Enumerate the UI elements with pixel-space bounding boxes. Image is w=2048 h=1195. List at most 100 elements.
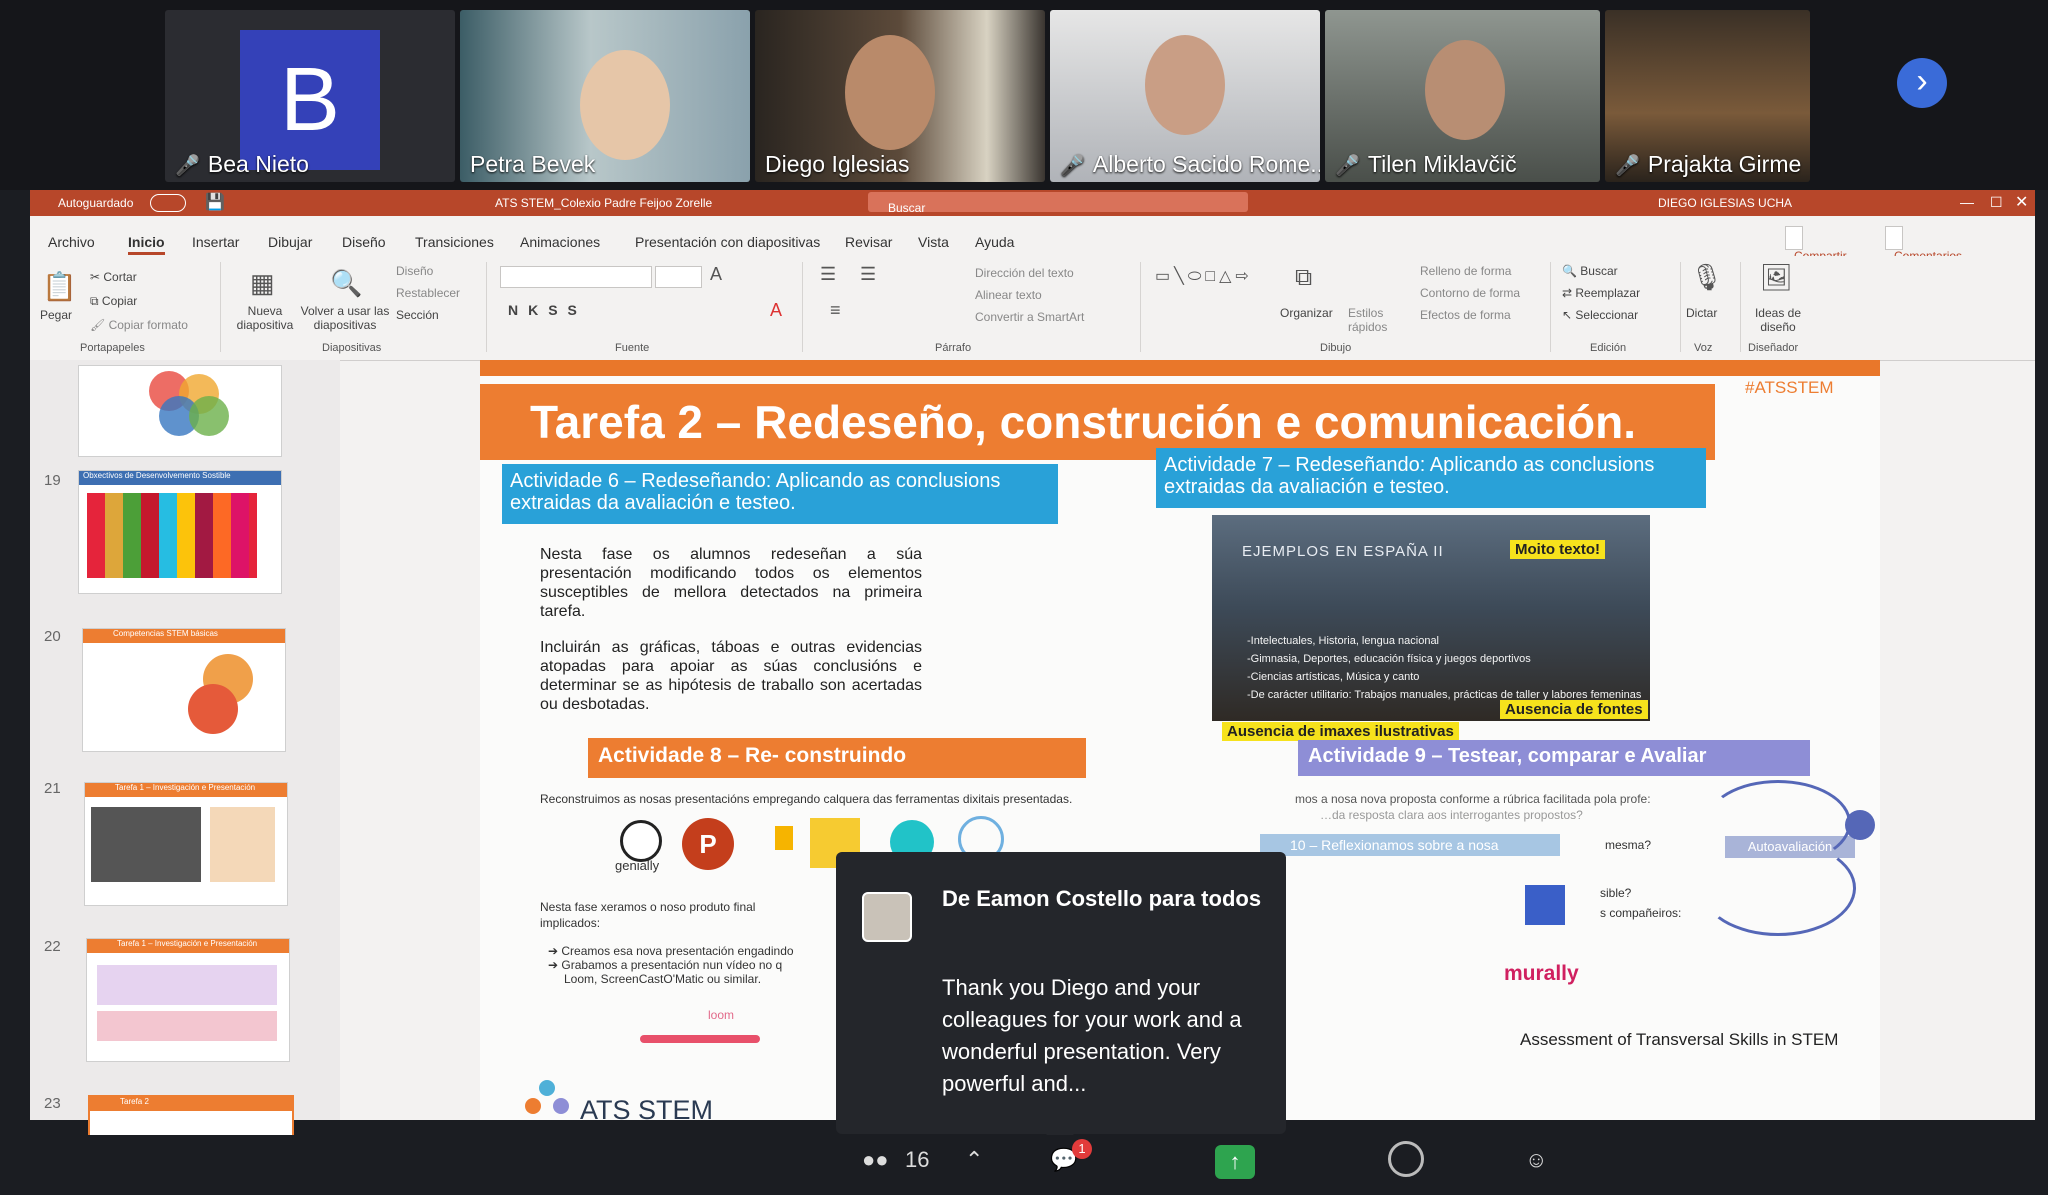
- font-family-select[interactable]: [500, 266, 652, 288]
- reactions-icon[interactable]: ☺: [1525, 1147, 1547, 1173]
- chat-notification[interactable]: De Eamon Costello para todos Thank you D…: [836, 852, 1286, 1148]
- slide-thumbnail-selected[interactable]: Tarefa 2: [88, 1095, 294, 1139]
- reuse-slides-icon[interactable]: 🔍: [330, 268, 362, 299]
- copy-format-button[interactable]: 🖌 Copiar formato: [90, 318, 188, 332]
- shape-fill-button[interactable]: Relleno de forma: [1420, 264, 1511, 278]
- murally-logo: murally: [1504, 962, 1579, 985]
- font-color-icon[interactable]: A: [770, 300, 782, 321]
- share-button[interactable]: Compartir: [1785, 226, 1847, 263]
- design-ideas-button[interactable]: Ideas de diseño: [1748, 306, 1808, 334]
- tab-archivo[interactable]: Archivo: [48, 234, 95, 250]
- next-page-arrow-icon[interactable]: ›: [1897, 58, 1947, 108]
- numbering-icon[interactable]: ☰: [860, 264, 876, 285]
- reset-button[interactable]: Restablecer: [396, 286, 460, 300]
- tab-presentacion[interactable]: Presentación con diapositivas: [635, 234, 820, 250]
- tab-vista[interactable]: Vista: [918, 234, 949, 250]
- section-button[interactable]: Sección: [396, 308, 439, 322]
- align-icon[interactable]: ≡: [830, 300, 841, 321]
- mic-muted-icon: 🎤: [1060, 155, 1085, 177]
- shapes-gallery-icon[interactable]: ▭╲⬭□△⇨: [1155, 266, 1253, 286]
- tab-transiciones[interactable]: Transiciones: [415, 234, 494, 250]
- autosave-label: Autoguardado: [58, 196, 134, 210]
- genially-label: genially: [615, 858, 660, 873]
- slides-group-label: Diapositivas: [322, 342, 382, 354]
- tab-animaciones[interactable]: Animaciones: [520, 234, 600, 250]
- tab-inicio[interactable]: Inicio: [128, 234, 165, 255]
- meeting-controls: ●● 16 ⌃ 💬 1 ↑ ☺: [0, 1135, 2048, 1195]
- select-button[interactable]: ↖ Seleccionar: [1562, 308, 1638, 322]
- shape-outline-button[interactable]: Contorno de forma: [1420, 286, 1520, 300]
- mic-muted-icon: 🎤: [1335, 155, 1360, 177]
- participant-tile[interactable]: B 🎤 Bea Nieto: [165, 10, 455, 182]
- activity-8-text: Reconstruimos as nosas presentacións emp…: [540, 792, 1073, 806]
- slide-thumbnail[interactable]: Tarefa 1 – Investigación e Presentación: [84, 782, 288, 906]
- save-icon[interactable]: 💾: [205, 192, 225, 212]
- tab-ayuda[interactable]: Ayuda: [975, 234, 1014, 250]
- autosave-toggle[interactable]: [150, 194, 186, 212]
- maximize-icon[interactable]: ☐: [1990, 194, 2003, 211]
- participant-tile[interactable]: 🎤 Prajakta Girme: [1605, 10, 1810, 182]
- slide-number: 20: [44, 628, 61, 645]
- paste-button[interactable]: Pegar: [40, 308, 72, 322]
- tab-revisar[interactable]: Revisar: [845, 234, 892, 250]
- copy-button[interactable]: ⧉ Copiar: [90, 294, 137, 309]
- participant-tile[interactable]: Diego Iglesias: [755, 10, 1045, 182]
- participant-tile[interactable]: 🎤 Tilen Miklavčič: [1325, 10, 1600, 182]
- cut-button[interactable]: ✂ Cortar: [90, 270, 137, 284]
- activity-6-title: Actividade 6 – Redeseñando: Aplicando as…: [502, 464, 1058, 524]
- design-ideas-icon[interactable]: 🖼: [1760, 262, 1793, 293]
- replace-button[interactable]: ⇄ Reemplazar: [1562, 286, 1640, 300]
- slide-thumbnail[interactable]: Competencias STEM básicas: [82, 628, 286, 752]
- font-grow-icon[interactable]: A: [710, 264, 722, 285]
- tab-insertar[interactable]: Insertar: [192, 234, 239, 250]
- slide-thumbnail[interactable]: Tarefa 1 – Investigación e Presentación: [86, 938, 290, 1062]
- slide-number: 19: [44, 472, 61, 489]
- smartart-button[interactable]: Convertir a SmartArt: [975, 310, 1084, 324]
- slide-thumbnail[interactable]: Obxectivos de Desenvolvemento Sostible: [78, 470, 282, 594]
- microphone-icon[interactable]: 🎙: [1690, 262, 1723, 293]
- dictate-button[interactable]: Dictar: [1686, 306, 1717, 320]
- new-slide-icon[interactable]: ▦: [250, 268, 275, 299]
- comments-button[interactable]: Comentarios: [1885, 226, 1962, 263]
- chevron-up-icon[interactable]: ⌃: [965, 1147, 983, 1173]
- thumbnail-title: Obxectivos de Desenvolvemento Sostible: [79, 471, 281, 485]
- shape-effects-button[interactable]: Efectos de forma: [1420, 308, 1511, 322]
- minimize-icon[interactable]: —: [1960, 194, 1974, 210]
- font-size-select[interactable]: [655, 266, 702, 288]
- arrange-button[interactable]: Organizar: [1280, 306, 1333, 320]
- designer-group-label: Diseñador: [1748, 342, 1799, 354]
- ats-stem-logo-icon: [525, 1080, 570, 1120]
- share-screen-icon[interactable]: ↑: [1215, 1145, 1255, 1179]
- participants-icon[interactable]: ●●: [862, 1147, 889, 1173]
- font-format-buttons[interactable]: NKSS: [508, 302, 587, 318]
- title-bar: Autoguardado 💾 ATS STEM_Colexio Padre Fe…: [30, 190, 2035, 216]
- arrange-icon[interactable]: ⧉: [1295, 264, 1312, 292]
- hashtag: #ATSSTEM: [1745, 378, 1834, 397]
- paste-icon[interactable]: 📋: [42, 270, 77, 303]
- chat-sender: De Eamon Costello para todos: [942, 886, 1262, 911]
- search-input[interactable]: Buscar: [868, 192, 1248, 215]
- participant-tile[interactable]: Petra Bevek: [460, 10, 750, 182]
- mic-muted-icon: 🎤: [175, 155, 200, 177]
- find-button[interactable]: 🔍 Buscar: [1562, 264, 1618, 278]
- layout-button[interactable]: Diseño: [396, 264, 433, 278]
- reuse-slides-button[interactable]: Volver a usar las diapositivas: [300, 304, 390, 332]
- align-text-button[interactable]: Alinear texto: [975, 288, 1042, 302]
- participants-count[interactable]: 16: [905, 1147, 929, 1173]
- text-direction-button[interactable]: Dirección del texto: [975, 266, 1074, 280]
- record-icon[interactable]: [1388, 1141, 1424, 1177]
- bullets-icon[interactable]: ☰: [820, 264, 836, 285]
- editing-group-label: Edición: [1590, 342, 1627, 354]
- participant-tile[interactable]: 🎤 Alberto Sacido Rome...: [1050, 10, 1320, 182]
- participant-video: [1145, 35, 1225, 135]
- separator: [1680, 262, 1681, 352]
- bullet-3: Loom, ScreenCastO'Matic ou similar.: [564, 972, 762, 986]
- close-icon[interactable]: ✕: [2015, 192, 2028, 212]
- new-slide-button[interactable]: Nueva diapositiva: [230, 304, 300, 332]
- voice-group-label: Voz: [1694, 342, 1713, 354]
- slide-thumbnail[interactable]: [78, 365, 282, 457]
- participant-name: Alberto Sacido Rome...: [1092, 151, 1320, 177]
- tab-dibujar[interactable]: Dibujar: [268, 234, 312, 250]
- tab-diseno[interactable]: Diseño: [342, 234, 386, 250]
- quick-styles-button[interactable]: Estilos rápidos: [1348, 306, 1390, 334]
